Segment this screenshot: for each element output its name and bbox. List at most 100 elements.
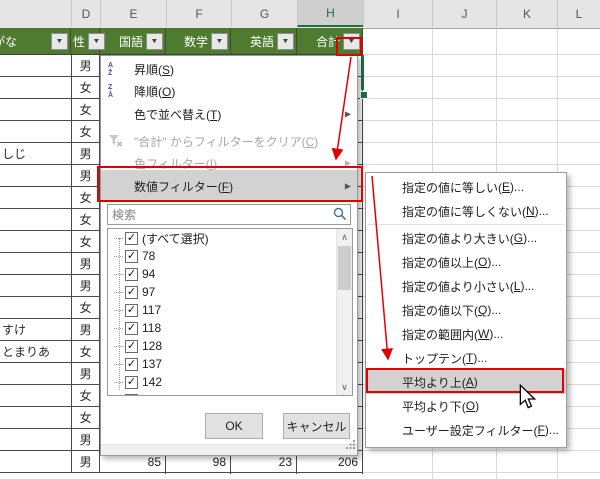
menu-item-sort-ascending[interactable]: 昇順(S): [101, 58, 357, 80]
checkbox-checked-icon[interactable]: [125, 375, 138, 389]
cell-furigana[interactable]: [0, 429, 73, 450]
filter-value-checkbox-item[interactable]: 137: [108, 355, 352, 373]
submenu-item[interactable]: 指定の値に等しくない(N)...: [366, 199, 566, 223]
cell-sex[interactable]: 男: [72, 429, 100, 450]
submenu-item[interactable]: 指定の値より小さい(L)...: [366, 274, 566, 298]
cell-furigana[interactable]: とまりあ: [0, 341, 73, 362]
menu-item-sort-descending[interactable]: 降順(O): [101, 80, 357, 102]
scrollbar-thumb[interactable]: [338, 246, 351, 290]
checkbox-checked-icon[interactable]: [125, 339, 138, 353]
filter-value-checkbox-item[interactable]: 78: [108, 247, 352, 265]
checkbox-label: 97: [142, 285, 156, 299]
cell-sex[interactable]: 男: [72, 143, 100, 164]
filter-button-eigo[interactable]: [277, 32, 294, 50]
submenu-item[interactable]: 指定の範囲内(W)...: [366, 322, 566, 346]
cell-sex[interactable]: 女: [72, 121, 100, 142]
submenu-item[interactable]: ユーザー設定フィルター(F)...: [366, 418, 566, 442]
column-header-L[interactable]: L: [557, 0, 600, 27]
checkbox-checked-icon[interactable]: [125, 249, 138, 263]
submenu-item[interactable]: 平均より下(O): [366, 394, 566, 418]
cell-furigana[interactable]: [0, 407, 73, 428]
checkbox-checked-icon[interactable]: [125, 393, 138, 395]
cell-furigana[interactable]: [0, 451, 73, 472]
cell-furigana[interactable]: [0, 165, 73, 186]
menu-item-sort-by-color[interactable]: 色で並べ替え(T) ▶: [101, 102, 357, 126]
checkbox-checked-icon[interactable]: [125, 357, 138, 371]
cell-furigana[interactable]: [0, 77, 73, 98]
submenu-item[interactable]: 指定の値以下(Q)...: [366, 298, 566, 322]
cell-sex[interactable]: 女: [72, 99, 100, 120]
checkbox-checked-icon[interactable]: [125, 321, 138, 335]
column-header-G[interactable]: G: [231, 0, 297, 27]
cell-furigana[interactable]: [0, 385, 73, 406]
cell-sex[interactable]: 女: [72, 209, 100, 230]
submenu-item[interactable]: 平均より上(A): [366, 370, 566, 394]
filter-value-checkbox-item[interactable]: 97: [108, 283, 352, 301]
scroll-down-icon[interactable]: ∨: [337, 379, 352, 395]
checkbox-checked-icon[interactable]: [125, 303, 138, 317]
cell-sex[interactable]: 女: [72, 385, 100, 406]
column-header-J[interactable]: J: [432, 0, 496, 27]
cell-sex[interactable]: 男: [72, 253, 100, 274]
submenu-item[interactable]: 指定の値以上(O)...: [366, 250, 566, 274]
cell-sex[interactable]: 女: [72, 297, 100, 318]
cell-sex[interactable]: 男: [72, 275, 100, 296]
filter-value-checkbox-item[interactable]: [108, 391, 352, 395]
cell-sex[interactable]: 男: [72, 319, 100, 340]
search-input[interactable]: [107, 204, 351, 225]
cell-sex[interactable]: 男: [72, 451, 100, 472]
cell-furigana[interactable]: [0, 55, 73, 76]
menu-item-number-filter[interactable]: 数値フィルター(F) ▶: [101, 170, 357, 202]
ok-button[interactable]: OK: [205, 413, 263, 439]
filter-value-checkbox-item[interactable]: 94: [108, 265, 352, 283]
cell-furigana[interactable]: [0, 231, 73, 252]
cell-furigana[interactable]: [0, 121, 73, 142]
submenu-item[interactable]: トップテン(T)...: [366, 346, 566, 370]
menu-item-clear-filter[interactable]: "合計" からフィルターをクリア(C): [101, 130, 357, 152]
cell-furigana[interactable]: [0, 187, 73, 208]
column-header-E[interactable]: E: [100, 0, 166, 27]
scrollbar[interactable]: ∧ ∨: [336, 229, 352, 395]
submenu-item[interactable]: 指定の値に等しい(E)...: [366, 175, 566, 199]
filter-value-checkbox-item[interactable]: 142: [108, 373, 352, 391]
checkbox-checked-icon[interactable]: [125, 267, 138, 281]
filter-button-sugaku[interactable]: [211, 32, 228, 50]
cell-sex[interactable]: 女: [72, 187, 100, 208]
filter-value-checkbox-item[interactable]: 128: [108, 337, 352, 355]
cell-sex[interactable]: 男: [72, 165, 100, 186]
scroll-up-icon[interactable]: ∧: [337, 229, 352, 245]
cell-sex[interactable]: 女: [72, 407, 100, 428]
cell-furigana[interactable]: [0, 363, 73, 384]
cell-furigana[interactable]: [0, 209, 73, 230]
search-icon[interactable]: [333, 207, 347, 226]
submenu-item[interactable]: 指定の値より大きい(G)...: [366, 226, 566, 250]
cell-furigana[interactable]: [0, 297, 73, 318]
column-header-D[interactable]: D: [71, 0, 100, 27]
cell-sex[interactable]: 女: [72, 231, 100, 252]
filter-button-gokei[interactable]: [343, 32, 360, 50]
fill-handle[interactable]: [360, 91, 368, 99]
cell-furigana[interactable]: [0, 99, 73, 120]
filter-value-checkbox-item[interactable]: 117: [108, 301, 352, 319]
cell-sex[interactable]: 女: [72, 341, 100, 362]
cancel-button[interactable]: キャンセル: [283, 413, 350, 439]
filter-button-furigana[interactable]: [51, 32, 68, 50]
cell-furigana[interactable]: [0, 253, 73, 274]
cell-furigana[interactable]: [0, 275, 73, 296]
cell-furigana[interactable]: すけ: [0, 319, 73, 340]
column-header-H[interactable]: H: [297, 0, 363, 27]
filter-button-kokugo[interactable]: [146, 32, 163, 50]
cell-sex[interactable]: 男: [72, 55, 100, 76]
resize-grip[interactable]: [346, 436, 356, 454]
filter-value-checkbox-item[interactable]: 118: [108, 319, 352, 337]
cell-sex[interactable]: 男: [72, 363, 100, 384]
column-header-K[interactable]: K: [496, 0, 557, 27]
excel-window: 85 98 23 206 男女女女しじ男男女女女男男女すけ男とまりあ女男女女男男…: [0, 0, 600, 479]
checkbox-checked-icon[interactable]: [125, 285, 138, 299]
cell-furigana[interactable]: しじ: [0, 143, 73, 164]
column-header-F[interactable]: F: [166, 0, 231, 27]
checkbox-checked-icon[interactable]: [125, 231, 138, 245]
filter-value-checkbox-item[interactable]: (すべて選択): [108, 229, 352, 247]
cell-sex[interactable]: 女: [72, 77, 100, 98]
column-header-I[interactable]: I: [363, 0, 432, 27]
